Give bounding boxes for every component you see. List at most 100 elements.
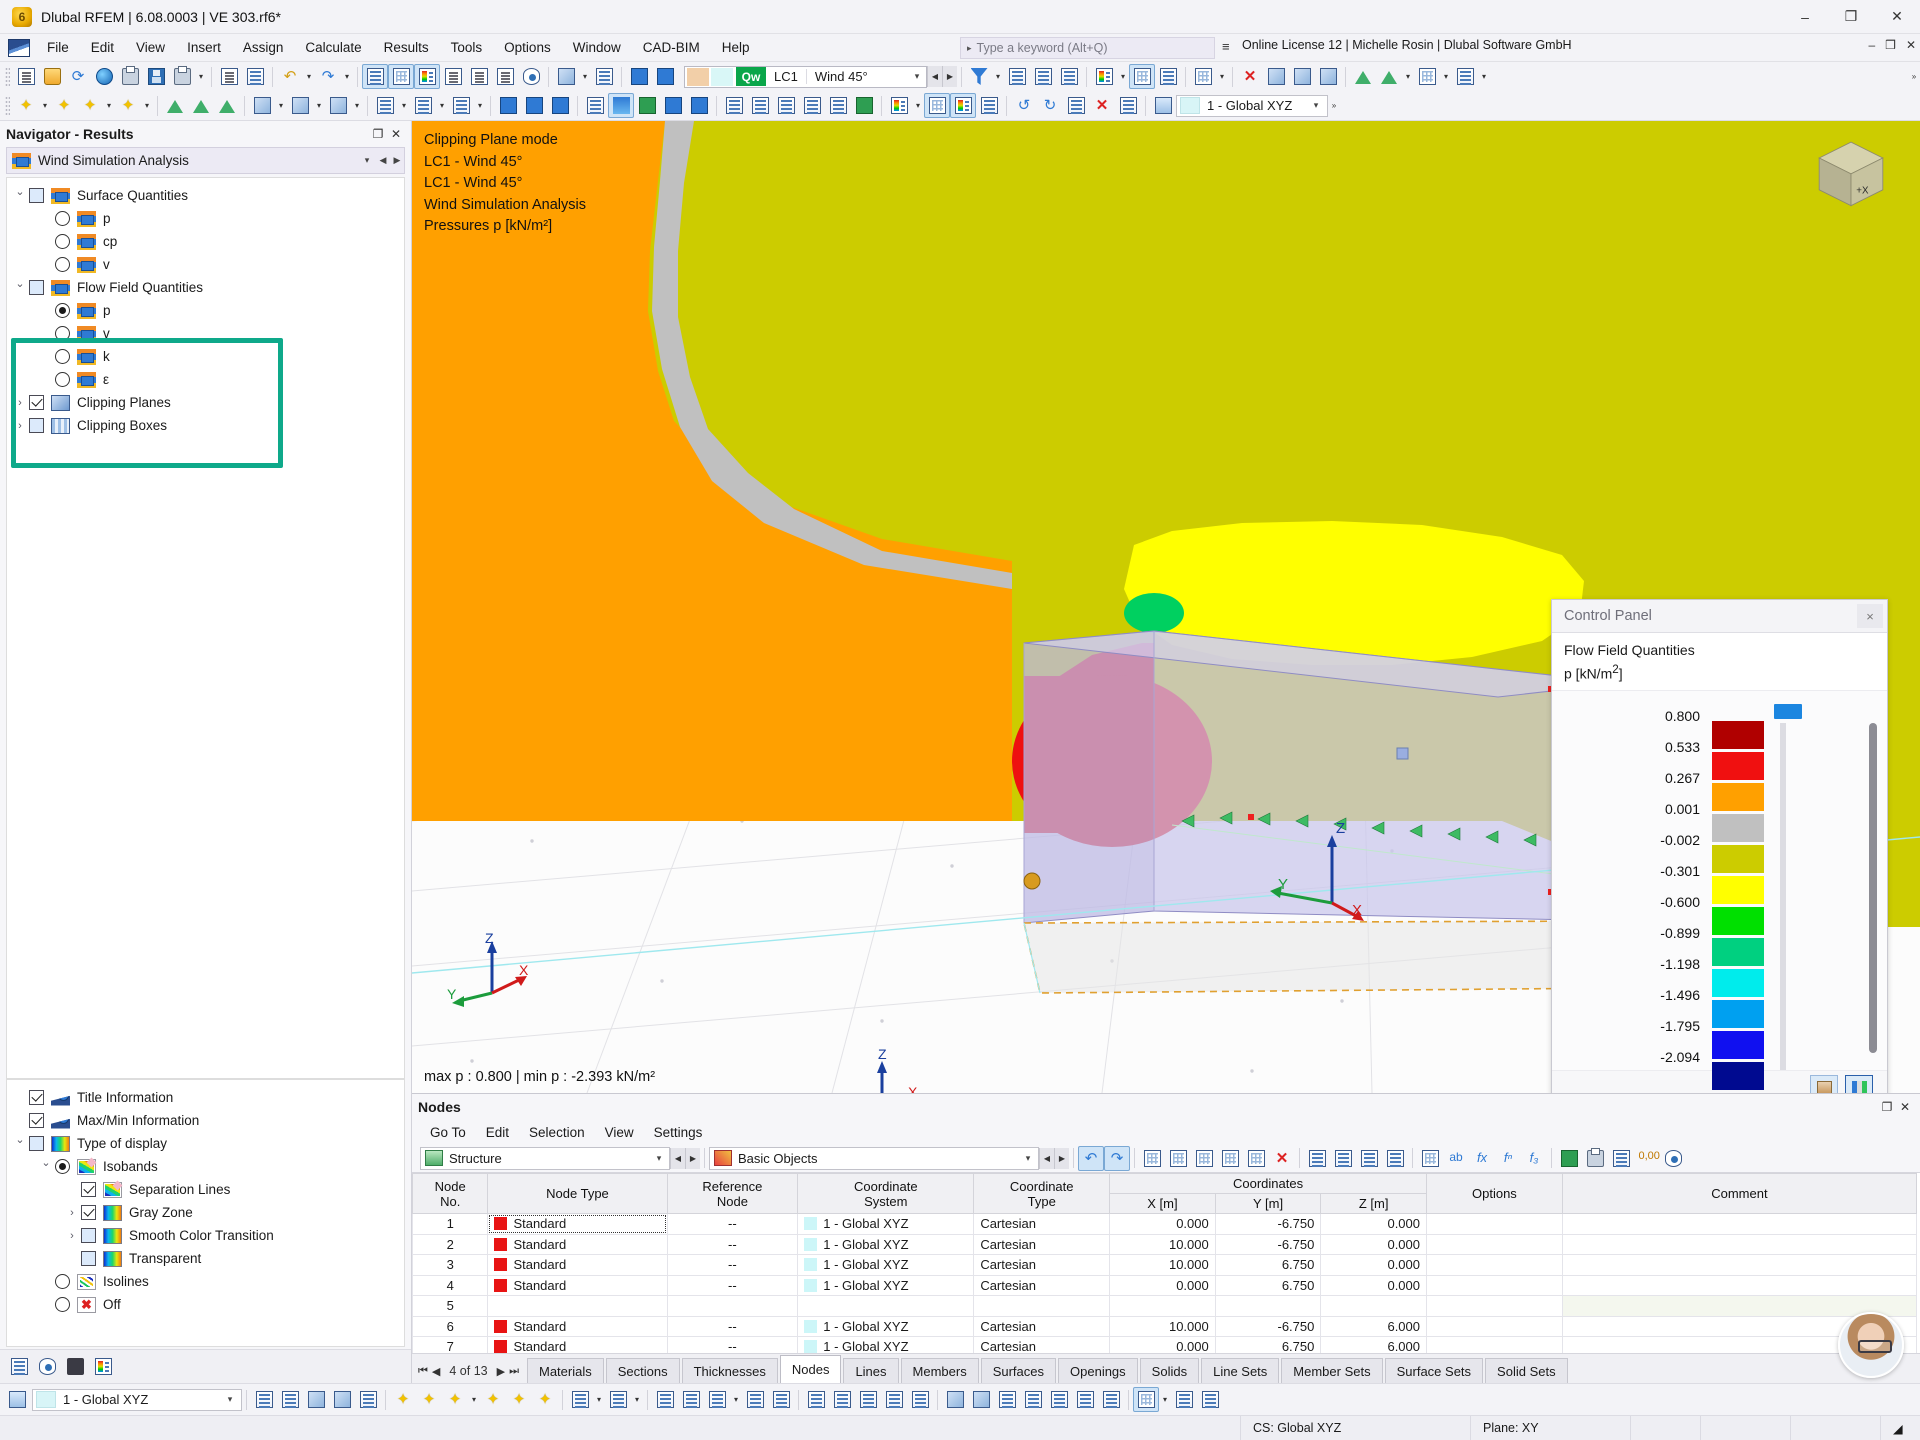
tree-item[interactable]: k — [7, 345, 404, 368]
control-panel-button[interactable] — [414, 64, 440, 89]
snap-line-caret-icon[interactable]: ▾ — [468, 1387, 480, 1412]
new-solid-button[interactable] — [325, 93, 351, 118]
cell-node-type[interactable]: Standard — [487, 1315, 668, 1337]
surface-support-button[interactable] — [214, 93, 240, 118]
tree-twisty-closed-icon[interactable] — [11, 397, 29, 409]
color-scale-band[interactable] — [1712, 999, 1764, 1028]
th-coordinate-system[interactable]: Coordinate System — [797, 1173, 975, 1214]
object-type-prev-button[interactable]: ◀ — [1039, 1147, 1054, 1169]
rotate-object-button[interactable] — [773, 93, 799, 118]
table-help-button[interactable] — [1660, 1146, 1686, 1171]
extrude-object-button[interactable] — [851, 93, 877, 118]
cell-node-no[interactable]: 4 — [412, 1274, 489, 1296]
color-palette-edit-button[interactable] — [1810, 1075, 1838, 1093]
nodes-menu-settings[interactable]: Settings — [644, 1123, 713, 1142]
cell-x[interactable] — [1109, 1295, 1216, 1317]
printout-button[interactable] — [117, 64, 143, 89]
cell-coordinate-type[interactable]: Cartesian — [973, 1315, 1111, 1337]
member-button[interactable] — [372, 93, 398, 118]
tree-radio[interactable] — [55, 257, 70, 272]
cell-comment[interactable] — [1561, 1213, 1918, 1235]
cell-node-no[interactable]: 2 — [412, 1233, 489, 1255]
object-group-button[interactable] — [355, 1387, 381, 1412]
tree-item[interactable]: Smooth Color Transition — [7, 1224, 404, 1247]
table-row[interactable]: 4 Standard -- 1 - Global XYZ Cartesian 0.000 6… — [412, 1274, 1918, 1296]
navigator-combo-prev-button[interactable]: ◀ — [376, 155, 390, 166]
th-node-type[interactable]: Node Type — [487, 1173, 668, 1214]
menu-options[interactable]: Options — [493, 37, 562, 58]
load-case-caret-icon[interactable]: ▾ — [908, 71, 926, 82]
cell-options[interactable] — [1426, 1254, 1563, 1276]
th-reference-node[interactable]: Reference Node — [666, 1173, 799, 1214]
doc-restore-button[interactable]: ❒ — [1885, 38, 1896, 52]
isoband-caret-icon[interactable]: ▾ — [912, 93, 924, 118]
cell-reference-node[interactable]: -- — [666, 1213, 799, 1235]
table-row[interactable]: 6 Standard -- 1 - Global XYZ Cartesian 10.000… — [412, 1315, 1918, 1337]
tree-item[interactable]: Flow Field Quantities — [7, 276, 404, 299]
tab-openings[interactable]: Openings — [1058, 1358, 1138, 1383]
table-row[interactable]: 3 Standard -- 1 - Global XYZ Cartesian 10.000… — [412, 1254, 1918, 1276]
table-row-delete-button[interactable] — [1191, 1146, 1217, 1171]
tab-surface-sets[interactable]: Surface Sets — [1384, 1358, 1484, 1383]
navigator-results-tab[interactable] — [90, 1354, 116, 1379]
guide-angled-button[interactable] — [678, 1387, 704, 1412]
circle-style-button[interactable] — [1046, 1387, 1072, 1412]
polar-mode-button[interactable] — [855, 1387, 881, 1412]
load-nodal-button[interactable] — [495, 93, 521, 118]
snap-intersection-button[interactable]: ✦ — [480, 1387, 506, 1412]
values-on-surfaces-button[interactable] — [1155, 64, 1181, 89]
cell-options[interactable] — [1426, 1336, 1563, 1353]
cell-z[interactable]: 0.000 — [1320, 1254, 1428, 1276]
tab-line-sets[interactable]: Line Sets — [1201, 1358, 1280, 1383]
tree-item[interactable]: cp — [7, 230, 404, 253]
cell-node-no[interactable]: 6 — [412, 1315, 489, 1337]
display-caret-icon[interactable]: ▾ — [1478, 64, 1490, 89]
tree-radio[interactable] — [55, 303, 70, 318]
paste-button[interactable] — [242, 64, 268, 89]
opening-caret-icon[interactable]: ▾ — [313, 93, 325, 118]
tree-radio[interactable] — [55, 211, 70, 226]
cell-y[interactable]: 6.750 — [1214, 1254, 1322, 1276]
cell-coordinate-type[interactable]: Cartesian — [973, 1274, 1111, 1296]
th-options[interactable]: Options — [1426, 1173, 1563, 1214]
support-view-button[interactable] — [1350, 64, 1376, 89]
tree-twisty-open-icon[interactable] — [11, 281, 29, 294]
cell-reference-node[interactable]: -- — [666, 1233, 799, 1255]
table-row[interactable]: 2 Standard -- 1 - Global XYZ Cartesian 10.000… — [412, 1233, 1918, 1255]
tree-checkbox[interactable] — [29, 418, 44, 433]
cell-y[interactable]: -6.750 — [1214, 1315, 1322, 1337]
dimension-angular-caret-icon[interactable]: ▾ — [631, 1387, 643, 1412]
cell-y[interactable]: -6.750 — [1214, 1213, 1322, 1235]
cell-options[interactable] — [1426, 1315, 1563, 1337]
tree-twisty-closed-icon[interactable] — [63, 1230, 81, 1242]
color-scale-slider-track[interactable] — [1780, 722, 1786, 1070]
structure-next-button[interactable]: ▶ — [685, 1147, 700, 1169]
result-table-caret-icon[interactable]: ▾ — [1216, 64, 1228, 89]
table-panel-button[interactable] — [388, 64, 414, 89]
cell-options[interactable] — [1426, 1274, 1563, 1296]
search-input[interactable]: ▸ Type a keyword (Alt+Q) — [960, 37, 1215, 59]
scale-object-button[interactable] — [799, 93, 825, 118]
th-coordinate-type[interactable]: Coordinate Type — [973, 1173, 1111, 1214]
menu-view[interactable]: View — [125, 37, 176, 58]
tree-item[interactable]: ε — [7, 368, 404, 391]
tree-item[interactable]: ✖ Off — [7, 1293, 404, 1316]
structure-combo-caret-icon[interactable]: ▾ — [649, 1153, 669, 1164]
measure-tool-button[interactable] — [1197, 1387, 1223, 1412]
load-import-button[interactable] — [626, 64, 652, 89]
model-globe-button[interactable] — [91, 64, 117, 89]
mesh-caret-icon[interactable]: ▾ — [1440, 64, 1452, 89]
polyline-style-button[interactable] — [1098, 1387, 1124, 1412]
th-z[interactable]: Z [m] — [1320, 1193, 1428, 1214]
measure-button[interactable] — [582, 93, 608, 118]
color-scale-scrollbar[interactable] — [1869, 722, 1877, 1053]
cell-node-type[interactable]: Standard — [487, 1213, 668, 1235]
export-excel-button[interactable] — [1556, 1146, 1582, 1171]
tree-radio[interactable] — [55, 372, 70, 387]
array-object-button[interactable] — [825, 93, 851, 118]
move-left-button[interactable] — [1304, 1146, 1330, 1171]
cell-x[interactable]: 0.000 — [1109, 1274, 1216, 1296]
indent-increase-button[interactable] — [1382, 1146, 1408, 1171]
user-avatar[interactable] — [1838, 1312, 1904, 1378]
tree-item[interactable]: Transparent — [7, 1247, 404, 1270]
